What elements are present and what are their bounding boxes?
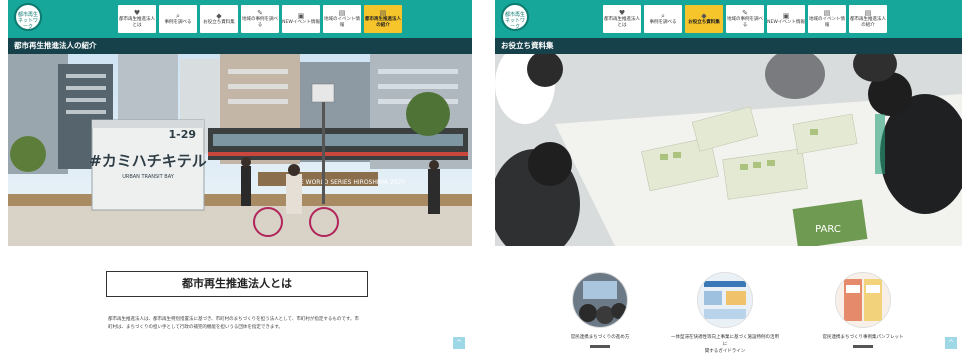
site-logo[interactable]: 都市再生 ネットワーク [14,3,42,31]
site-header: 都市再生 ネットワーク ♥ 都市再生推進法人 とは ⌕ 事例を調べる ◆ お役立ち資料集 ✎ 地… [8,0,472,38]
nav-icon: ◆ [216,12,222,20]
nav-icon: ▤ [823,9,831,17]
card-more-button[interactable] [853,345,873,348]
hero-photo-workshop: PARC [495,54,962,246]
card-title-line: 一体型滞在快適性等向上事業に基づく施設特例の活用に [671,335,779,347]
right-page: 都市再生 ネットワーク ♥ 都市再生推進法人 とは ⌕ 事例を調べる ◆ お役立ち資料集 ✎ 地… [495,0,962,355]
intro-paragraph: 都市再生推進法人は、都市再生特別措置法に基づき、市町村のまちづくりを担う法人とし… [108,316,373,332]
nav-icon: ⌕ [661,12,665,20]
event-banner-text: FISE WORLD SERIES HIROSHIMA 2020 [291,179,405,186]
resource-card[interactable]: 官民連携まちづくりの進め方 [545,272,655,348]
nav-item[interactable]: ⌕ 事例を調べる [159,5,197,33]
nav-icon: ✎ [257,9,263,17]
card-thumbnail[interactable] [572,272,628,328]
page-heading: 都市再生推進法人とは [106,271,368,297]
nav-item-label: 報 [339,23,345,28]
nav-item[interactable]: ◆ お役立ち資料集 [685,5,723,33]
workshop-scene-image: PARC [495,54,962,246]
card-title: 官民連携まちづくりの進め方 [545,334,655,341]
guideline-thumbnail-image [698,273,752,327]
card-title-line: 官民連携まちづくり事例集パンフレット [822,335,904,340]
nav-item[interactable]: ▣ NEWイベント情報 [767,5,805,33]
card-title: 一体型滞在快適性等向上事業に基づく施設特例の活用に 関するガイドライン [670,334,780,355]
nav-item-label: 報 [824,23,830,28]
nav-item[interactable]: ▤ 地域のイベント情報 [323,5,361,33]
card-more-button[interactable] [590,345,610,348]
section-title: お役立ち資料集 [495,38,962,54]
nav-item-label: お役立ち資料集 [203,20,235,25]
nav-icon: ✎ [742,9,748,17]
left-page: 都市再生 ネットワーク ♥ 都市再生推進法人 とは ⌕ 事例を調べる ◆ お役立ち資料集 ✎ 地… [8,0,472,355]
seminar-thumbnail-image [573,273,627,327]
nav-icon: ◆ [701,12,707,20]
logo-line: ネットワーク [17,18,38,30]
board-label-text: PARC [815,224,841,235]
nav-item[interactable]: ◆ お役立ち資料集 [200,5,238,33]
nav-item-label: NEWイベント情報 [767,20,805,25]
nav-icon: ▣ [782,12,790,20]
pamphlet-thumbnail-image [836,273,890,327]
nav-icon: ♥ [133,9,141,17]
site-header: 都市再生 ネットワーク ♥ 都市再生推進法人 とは ⌕ 事例を調べる ◆ お役立ち資料集 ✎ 地… [495,0,962,38]
card-thumbnail[interactable] [697,272,753,328]
paragraph-line: 町村は、まちづくりの担い手として行政の補完的機能を担いうる団体を指定できます。 [108,325,283,330]
container-brand-text: #カミハチキテル [89,152,207,170]
container-sub-text: URBAN TRANSIT BAY [122,174,175,180]
main-nav: ♥ 都市再生推進法人 とは ⌕ 事例を調べる ◆ お役立ち資料集 ✎ 地域の事例を調べる ▣ NEW… [603,5,887,33]
nav-item[interactable]: ♥ 都市再生推進法人 とは [603,5,641,33]
section-title: 都市再生推進法人の紹介 [8,38,472,54]
street-scene-image: #カミハチキテル URBAN TRANSIT BAY 1-29 FISE WOR… [8,54,472,246]
logo-line: ネットワーク [504,18,525,30]
nav-item-label: NEWイベント情報 [282,20,320,25]
nav-icon: ▤ [379,9,387,17]
nav-item-label: 事例を調べる [649,20,677,25]
card-title-line: 関するガイドライン [704,349,746,354]
back-to-top-button[interactable]: ^ [453,337,465,349]
nav-item-label: る [742,23,748,28]
nav-item-label: お役立ち資料集 [688,20,720,25]
nav-item-label: る [257,23,263,28]
card-title: 官民連携まちづくり事例集パンフレット [808,334,918,341]
resource-card[interactable]: 官民連携まちづくり事例集パンフレット [808,272,918,348]
nav-item[interactable]: ▤ 都市再生推進法人 の紹介 [364,5,402,33]
site-logo[interactable]: 都市再生 ネットワーク [501,3,529,31]
card-thumbnail[interactable] [835,272,891,328]
nav-item-label: とは [617,23,627,28]
nav-item-label: の紹介 [376,23,390,28]
nav-item-label: 事例を調べる [164,20,192,25]
main-nav: ♥ 都市再生推進法人 とは ⌕ 事例を調べる ◆ お役立ち資料集 ✎ 地域の事例を調べる ▣ NEW… [118,5,402,33]
nav-item[interactable]: ▣ NEWイベント情報 [282,5,320,33]
nav-item[interactable]: ✎ 地域の事例を調べる [726,5,764,33]
nav-icon: ▤ [338,9,346,17]
nav-item[interactable]: ▤ 都市再生推進法人 の紹介 [849,5,887,33]
paragraph-line: 都市再生推進法人は、都市再生特別措置法に基づき、市町村のまちづくりを担う法人とし… [108,317,359,322]
nav-item[interactable]: ⌕ 事例を調べる [644,5,682,33]
hero-photo-street: #カミハチキテル URBAN TRANSIT BAY 1-29 FISE WOR… [8,54,472,246]
nav-icon: ▤ [864,9,872,17]
nav-item[interactable]: ✎ 地域の事例を調べる [241,5,279,33]
nav-item-label: とは [132,23,142,28]
card-title-line: 官民連携まちづくりの進め方 [570,335,630,340]
nav-item[interactable]: ▤ 地域のイベント情報 [808,5,846,33]
resource-card[interactable]: 一体型滞在快適性等向上事業に基づく施設特例の活用に 関するガイドライン [670,272,780,355]
nav-item-label: の紹介 [861,23,875,28]
nav-icon: ▣ [297,12,305,20]
container-number-text: 1-29 [168,128,196,141]
nav-item[interactable]: ♥ 都市再生推進法人 とは [118,5,156,33]
nav-icon: ♥ [618,9,626,17]
nav-icon: ⌕ [176,12,180,20]
back-to-top-button[interactable]: ^ [945,337,957,349]
